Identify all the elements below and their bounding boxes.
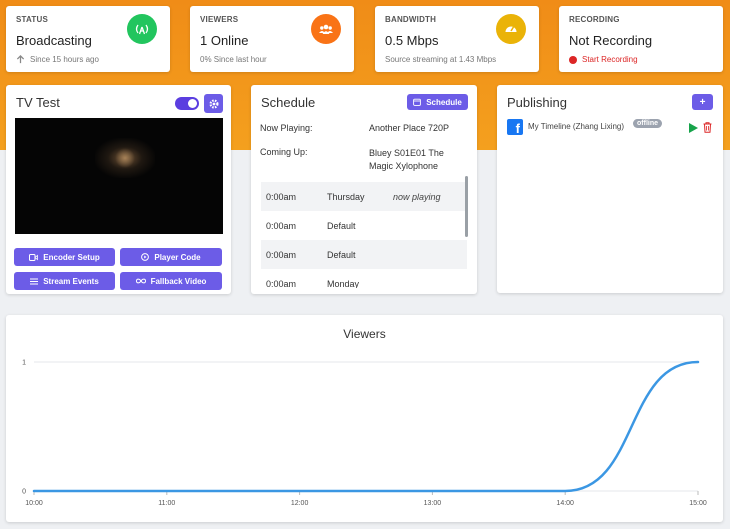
- now-playing-label: Now Playing:: [260, 123, 313, 133]
- record-dot-icon: [569, 55, 577, 64]
- coming-up-value: Bluey S01E01 The Magic Xylophone: [369, 148, 444, 171]
- recording-value: Not Recording: [569, 33, 653, 48]
- viewers-chart: 0 1 10:00 11:00 12:00 13:00 14:00 15:00: [22, 360, 707, 508]
- trash-icon[interactable]: [703, 122, 712, 133]
- publishing-title: Publishing: [507, 95, 567, 110]
- schedule-list[interactable]: 0:00am Thursday now playing 0:00am Default …: [261, 182, 467, 288]
- bandwidth-sub: Source streaming at 1.43 Mbps: [385, 55, 497, 64]
- x-tick-label: 14:00: [556, 500, 574, 507]
- viewers-card: VIEWERS 1 Online 0% Since last hour: [190, 6, 354, 72]
- arrow-up-icon: [16, 55, 25, 64]
- list-item[interactable]: 0:00am Thursday now playing: [261, 182, 467, 211]
- calendar-icon: [413, 98, 422, 106]
- add-destination-button[interactable]: +: [692, 94, 713, 110]
- status-sub: Since 15 hours ago: [30, 55, 99, 64]
- start-recording-label: Start Recording: [582, 55, 638, 64]
- recording-label: RECORDING: [569, 15, 620, 24]
- video-preview[interactable]: [15, 118, 223, 234]
- gauge-icon: [496, 14, 526, 44]
- stream-panel: TV Test Encoder Setup Player Code Stream…: [6, 85, 231, 294]
- x-tick-label: 11:00: [158, 500, 175, 507]
- publishing-panel: Publishing + f My Timeline (Zhang Lixing…: [497, 85, 723, 293]
- series-line-viewers: [32, 360, 700, 493]
- list-icon: [30, 277, 39, 285]
- viewers-sub: 0% Since last hour: [200, 55, 267, 64]
- status-card: STATUS Broadcasting Since 15 hours ago: [6, 6, 170, 72]
- stream-title: TV Test: [16, 95, 60, 110]
- encoder-setup-button[interactable]: Encoder Setup: [14, 248, 115, 266]
- x-tick-label: 12:00: [291, 500, 309, 507]
- users-icon: [311, 14, 341, 44]
- now-playing-value: Another Place 720P: [369, 123, 450, 133]
- stream-toggle[interactable]: [175, 97, 199, 110]
- schedule-button[interactable]: Schedule: [407, 94, 468, 110]
- x-tick-label: 15:00: [689, 500, 707, 507]
- play-icon[interactable]: [689, 123, 698, 133]
- bandwidth-card: BANDWIDTH 0.5 Mbps Source streaming at 1…: [375, 6, 539, 72]
- schedule-scrollbar[interactable]: [465, 176, 468, 237]
- schedule-panel: Schedule Schedule Now Playing: Another P…: [251, 85, 477, 294]
- settings-button[interactable]: [204, 94, 223, 113]
- list-item[interactable]: 0:00am Default: [261, 240, 467, 269]
- coming-up-label: Coming Up:: [260, 147, 308, 157]
- start-recording-link[interactable]: Start Recording: [569, 55, 713, 64]
- y-tick-label: 0: [22, 489, 26, 496]
- viewers-chart-panel: Viewers 0 1 10:00 11:00 12:00 13:00 14:00 15:00: [6, 315, 723, 522]
- x-tick-label: 13:00: [424, 500, 442, 507]
- status-badge: offline: [633, 119, 662, 128]
- fallback-video-button[interactable]: Fallback Video: [120, 272, 222, 290]
- y-tick-label: 1: [22, 360, 26, 367]
- infinity-icon: [135, 278, 146, 284]
- broadcast-icon: [127, 14, 157, 44]
- facebook-icon: f: [507, 119, 523, 135]
- play-circle-icon: [141, 253, 150, 261]
- stream-events-button[interactable]: Stream Events: [14, 272, 115, 290]
- camera-icon: [29, 253, 39, 261]
- list-item[interactable]: 0:00am Monday: [261, 269, 467, 289]
- recording-card: RECORDING Not Recording Start Recording: [559, 6, 723, 72]
- schedule-title: Schedule: [261, 95, 316, 110]
- player-code-button[interactable]: Player Code: [120, 248, 222, 266]
- gear-icon: [208, 98, 219, 109]
- x-tick-label: 10:00: [25, 500, 43, 507]
- list-item[interactable]: 0:00am Default: [261, 211, 467, 240]
- destination-label: My Timeline (Zhang Lixing): [528, 122, 625, 131]
